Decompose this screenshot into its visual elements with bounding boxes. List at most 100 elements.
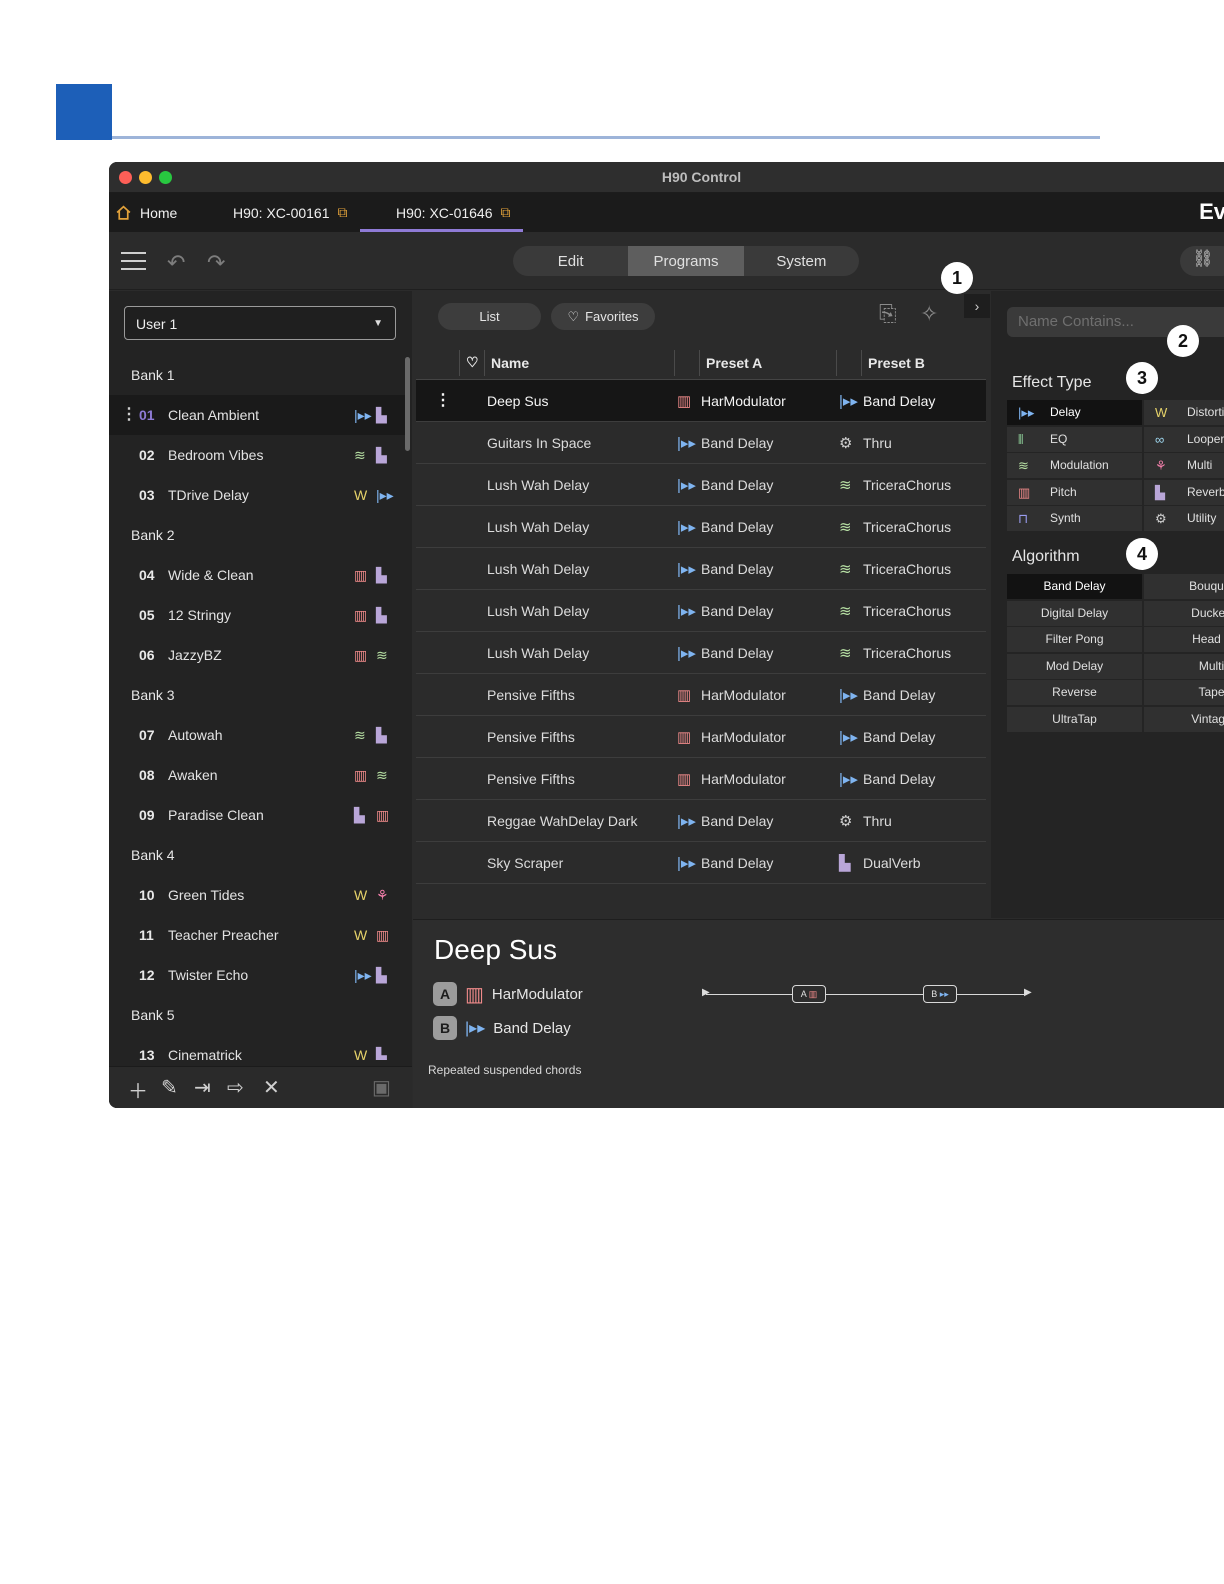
effect-type-delay[interactable]: |▸▸ Delay	[1007, 400, 1142, 425]
menu-icon[interactable]	[121, 252, 146, 270]
algorithm-option[interactable]: Reverse	[1007, 680, 1142, 705]
rename-icon[interactable]: ✎	[161, 1075, 178, 1100]
effect-type-synth[interactable]: ⊓ Synth	[1007, 506, 1142, 531]
effect-type-distortion[interactable]: W Distortion	[1144, 400, 1224, 425]
more-icon[interactable]: ⋮	[121, 395, 137, 435]
column-preset-a[interactable]: Preset A	[706, 355, 762, 371]
program-name: JazzyBZ	[168, 647, 222, 663]
program-item[interactable]: ⋮ 01 Clean Ambient |▸▸ ▙	[109, 395, 409, 435]
program-title: Deep Sus	[434, 934, 557, 965]
program-item[interactable]: 08 Awaken ▥ ≋	[109, 755, 409, 795]
effect-type-multi[interactable]: ⚘ Multi	[1144, 453, 1224, 478]
export-icon[interactable]: ⇨	[227, 1075, 244, 1100]
more-icon[interactable]: ⋮	[435, 390, 451, 410]
disconnect-button[interactable]: ⛓	[1180, 246, 1224, 276]
program-item[interactable]: 11 Teacher Preacher W ▥	[109, 915, 409, 955]
program-item[interactable]: 05 12 Stringy ▥ ▙	[109, 595, 409, 635]
table-row[interactable]: Lush Wah Delay |▸▸ Band Delay ≋ TriceraChoru…	[416, 590, 986, 632]
algorithm-option[interactable]: Digital Delay	[1007, 600, 1142, 626]
program-name: Clean Ambient	[168, 407, 260, 423]
reverb-icon: ▙	[354, 807, 365, 823]
preset-a-row[interactable]: A ▥ HarModulator	[433, 982, 583, 1006]
table-row[interactable]: Lush Wah Delay |▸▸ Band Delay ≋ TriceraChoru…	[416, 632, 986, 674]
save-icon[interactable]: ▣	[372, 1075, 391, 1100]
delete-icon[interactable]: ✕	[263, 1075, 280, 1100]
algorithm-option[interactable]: Band Delay	[1007, 574, 1142, 599]
program-item[interactable]: 02 Bedroom Vibes ≋ ▙	[109, 435, 409, 475]
tab-edit[interactable]: Edit	[513, 246, 628, 276]
algorithm-option[interactable]: Filter Pong	[1007, 627, 1142, 652]
preset-b-row[interactable]: B |▸▸ Band Delay	[433, 1016, 571, 1040]
column-preset-b[interactable]: Preset B	[868, 355, 925, 371]
locate-icon[interactable]: ✧	[920, 301, 938, 327]
table-row[interactable]: Reggae WahDelay Dark |▸▸ Band Delay ⚙ Thru	[416, 800, 986, 842]
program-item[interactable]: 04 Wide & Clean ▥ ▙	[109, 555, 409, 595]
chain-block-a[interactable]: A ▥	[792, 985, 826, 1003]
chain-block-b[interactable]: B ▸▸	[923, 985, 957, 1003]
algorithm-option[interactable]: Bouquet	[1144, 574, 1224, 599]
copy-icon[interactable]: ⎘	[879, 301, 897, 327]
algorithm-option[interactable]: Tape	[1144, 680, 1224, 705]
effect-type-pitch[interactable]: ▥ Pitch	[1007, 479, 1142, 505]
undo-icon[interactable]: ↶	[167, 250, 185, 276]
algorithm-option[interactable]: Vintage	[1144, 706, 1224, 732]
tab-system[interactable]: System	[744, 246, 859, 276]
open-external-icon[interactable]: ⧉	[501, 204, 511, 221]
list-view-button[interactable]: List	[438, 303, 541, 330]
open-external-icon[interactable]: ⧉	[338, 204, 348, 221]
program-name: Autowah	[168, 727, 223, 743]
table-row[interactable]: Pensive Fifths ▥ HarModulator |▸▸ Band Delay	[416, 674, 986, 716]
table-row[interactable]: Sky Scraper |▸▸ Band Delay ▙ DualVerb	[416, 842, 986, 884]
scrollbar[interactable]	[405, 357, 410, 451]
program-item[interactable]: 09 Paradise Clean ▙ ▥	[109, 795, 409, 835]
tab-device-1[interactable]: H90: XC-00161 ⧉	[233, 193, 348, 232]
effect-type-label: Distortion	[1187, 405, 1224, 419]
program-item[interactable]: 10 Green Tides W ⚘	[109, 875, 409, 915]
input-arrow-icon: ▶	[702, 987, 710, 998]
program-item[interactable]: 06 JazzyBZ ▥ ≋	[109, 635, 409, 675]
bank-select[interactable]: User 1 ▼	[124, 306, 396, 340]
algorithm-option[interactable]: Head 5	[1144, 627, 1224, 652]
algorithm-option[interactable]: UltraTap	[1007, 706, 1142, 732]
favorites-button[interactable]: ♡ Favorites	[551, 303, 655, 330]
redo-icon[interactable]: ↷	[207, 250, 225, 276]
pitch-icon: ▥	[677, 729, 692, 746]
collapse-filters-button[interactable]: ›	[964, 294, 990, 318]
algorithm-option[interactable]: Ducked	[1144, 600, 1224, 626]
table-row[interactable]: Lush Wah Delay |▸▸ Band Delay ≋ TriceraChoru…	[416, 464, 986, 506]
effect-type-modulation[interactable]: ≋ Modulation	[1007, 453, 1142, 478]
preset-name: Lush Wah Delay	[487, 477, 590, 493]
program-item[interactable]: 12 Twister Echo |▸▸ ▙	[109, 955, 409, 995]
preset-a-cell: HarModulator	[701, 393, 786, 409]
effect-type-eq[interactable]: ⫴ EQ	[1007, 426, 1142, 452]
effect-type-looper[interactable]: ∞ Looper	[1144, 426, 1224, 452]
tab-device-2[interactable]: H90: XC-01646 ⧉	[360, 193, 522, 232]
column-name[interactable]: Name	[491, 355, 529, 371]
tab-programs[interactable]: Programs	[628, 246, 744, 276]
table-row[interactable]: Pensive Fifths ▥ HarModulator |▸▸ Band Delay	[416, 716, 986, 758]
add-icon[interactable]: ＋	[128, 1075, 148, 1104]
import-icon[interactable]: ⇥	[194, 1075, 211, 1100]
preset-a-badge: A	[433, 982, 457, 1006]
preset-b-cell: TriceraChorus	[863, 519, 952, 535]
effect-type-reverb[interactable]: ▙ Reverb	[1144, 479, 1224, 505]
effect-type-label: Modulation	[1050, 458, 1109, 472]
table-row[interactable]: Lush Wah Delay |▸▸ Band Delay ≋ TriceraChoru…	[416, 506, 986, 548]
table-row[interactable]: Lush Wah Delay |▸▸ Band Delay ≋ TriceraChoru…	[416, 548, 986, 590]
reverb-icon: ▙	[376, 1047, 387, 1060]
effect-type-utility[interactable]: ⚙ Utility	[1144, 506, 1224, 531]
program-item[interactable]: 03 TDrive Delay W |▸▸	[109, 475, 409, 515]
preset-b-cell: Band Delay	[863, 393, 936, 409]
modulation-icon: ≋	[354, 447, 366, 463]
heart-icon[interactable]: ♡	[466, 354, 479, 371]
algorithm-option[interactable]: Multi	[1144, 653, 1224, 679]
preset-a-cell: Band Delay	[701, 813, 774, 829]
table-row[interactable]: Guitars In Space |▸▸ Band Delay ⚙ Thru	[416, 422, 986, 464]
program-item[interactable]: 07 Autowah ≋ ▙	[109, 715, 409, 755]
program-number: 13	[139, 1047, 155, 1060]
algorithm-option[interactable]: Mod Delay	[1007, 653, 1142, 679]
tab-home[interactable]: Home	[115, 193, 177, 232]
table-row[interactable]: ⋮ Deep Sus ▥ HarModulator |▸▸ Band Delay	[416, 380, 986, 422]
table-row[interactable]: Pensive Fifths ▥ HarModulator |▸▸ Band Delay	[416, 758, 986, 800]
program-item[interactable]: 13 Cinematrick W ▙	[109, 1035, 409, 1060]
